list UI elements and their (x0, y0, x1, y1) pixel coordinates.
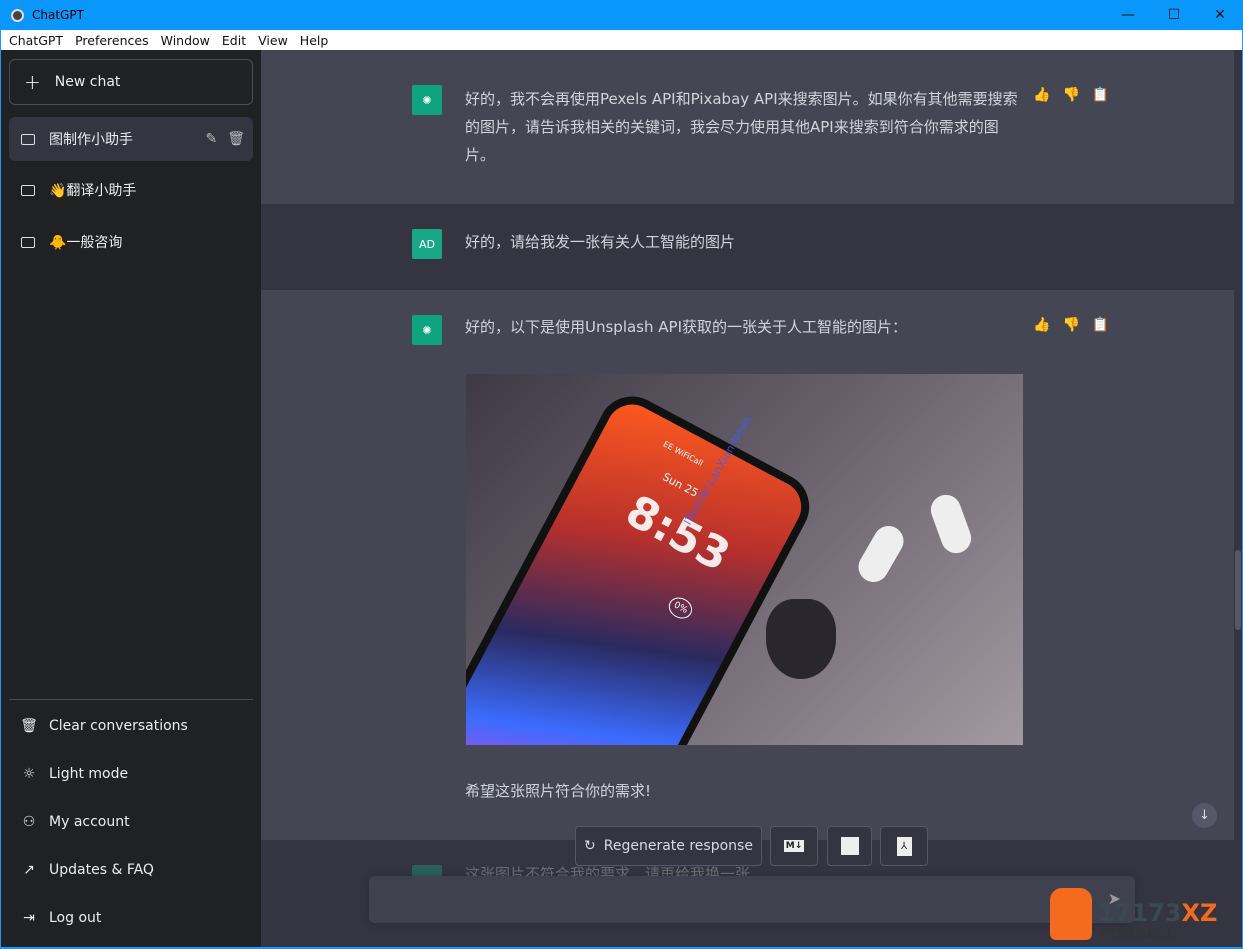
divider (9, 699, 253, 700)
message-text: 希望这张照片符合你的需求! (465, 782, 652, 800)
light-mode-button[interactable]: ☼ Light mode (9, 752, 253, 796)
pdf-icon: ⅄ (896, 836, 912, 856)
menu-preferences[interactable]: Preferences (75, 33, 149, 48)
window-title: ChatGPT (32, 8, 84, 22)
message-text: 好的，我不会再使用Pexels API和Pixabay API来搜索图片。如果你… (465, 90, 1018, 164)
menu-chatgpt[interactable]: ChatGPT (9, 33, 63, 48)
maximize-button[interactable]: ☐ (1151, 0, 1197, 30)
thumbs-up-icon[interactable]: 👍 (1033, 317, 1050, 333)
message-text: 好的，请给我发一张有关人工智能的图片 (465, 233, 736, 251)
trash-icon: 🗑 (20, 718, 38, 734)
edit-icon[interactable]: ✎ (205, 131, 217, 147)
watermark-text: 17173 (1098, 899, 1182, 927)
photo-text: 8:53 (617, 485, 739, 582)
assistant-message: ✺ 好的，我不会再使用Pexels API和Pixabay API来搜索图片。如… (261, 50, 1234, 204)
label: Regenerate response (603, 838, 753, 854)
conversation-label: 👋翻译小助手 (49, 183, 137, 199)
apple-logo (766, 599, 836, 679)
menu-help[interactable]: Help (300, 33, 329, 48)
watermark-accent: XZ (1181, 899, 1218, 927)
export-image-button[interactable] (827, 826, 872, 866)
label: My account (49, 814, 130, 830)
menu-bar: ChatGPT Preferences Window Edit View Hel… (0, 30, 1243, 50)
clear-conversations-button[interactable]: 🗑 Clear conversations (9, 704, 253, 748)
close-button[interactable]: ✕ (1197, 0, 1243, 30)
menu-view[interactable]: View (258, 33, 288, 48)
user-message: AD 好的，请给我发一张有关人工智能的图片 (261, 204, 1234, 290)
logout-icon: ⇥ (23, 910, 35, 926)
refresh-icon: ↻ (584, 838, 596, 854)
external-link-icon: ↗ (23, 862, 35, 878)
scroll-down-button[interactable]: ↓ (1192, 803, 1217, 828)
plus-icon: + (24, 70, 41, 94)
chat-bubble-icon (21, 236, 35, 248)
sidebar: + New chat 图制作小助手 ✎ 🗑 👋翻译小助手 🐥一般咨询 🗑 Clear c… (1, 50, 261, 947)
sun-icon: ☼ (22, 766, 36, 782)
minimize-button[interactable]: — (1105, 0, 1151, 30)
chatgpt-avatar-icon: ✺ (412, 315, 442, 345)
scrollbar[interactable] (1234, 50, 1242, 947)
export-pdf-button[interactable]: ⅄ (880, 826, 928, 866)
copy-icon[interactable]: 📋 (1092, 87, 1109, 103)
watermark-slogan: 享受游戏 热爱生活！ (1098, 930, 1182, 940)
markdown-icon: M↓ (783, 840, 805, 852)
copy-icon[interactable]: 📋 (1092, 317, 1109, 333)
chat-bubble-icon (21, 184, 35, 196)
message-input[interactable]: ➤ (369, 876, 1135, 923)
watermark-logo (1050, 888, 1092, 940)
title-bar: ChatGPT — ☐ ✕ (0, 0, 1243, 30)
conversation-label: 图制作小助手 (49, 132, 133, 148)
scrollbar-thumb[interactable] (1235, 550, 1241, 630)
message-text: 好的，以下是使用Unsplash API获取的一张关于人工智能的图片： (465, 318, 908, 336)
thumbs-down-icon[interactable]: 👎 (1062, 317, 1079, 333)
phone-in-photo: EE WiFiCall Sun 25 8:53 0% (466, 384, 822, 745)
label: Log out (49, 910, 102, 926)
label: Clear conversations (49, 718, 188, 734)
trash-icon[interactable]: 🗑 (227, 131, 245, 147)
conversation-item[interactable]: 👋翻译小助手 (9, 168, 253, 212)
menu-edit[interactable]: Edit (222, 33, 246, 48)
conversation-item[interactable]: 图制作小助手 ✎ 🗑 (9, 117, 253, 161)
thumbs-down-icon[interactable]: 👎 (1062, 87, 1079, 103)
app-logo-icon (11, 8, 24, 22)
user-icon: ⚇ (22, 814, 36, 830)
photo-text: 0% (665, 593, 696, 623)
chat-area: ✺ 好的，我不会再使用Pexels API和Pixabay API来搜索图片。如… (261, 50, 1242, 947)
image-icon (840, 837, 859, 855)
new-chat-label: New chat (54, 74, 121, 90)
chatgpt-avatar-icon: ✺ (412, 85, 442, 115)
conversation-label: 🐥一般咨询 (49, 235, 123, 251)
my-account-button[interactable]: ⚇ My account (9, 800, 253, 844)
label: Updates & FAQ (49, 862, 154, 878)
menu-window[interactable]: Window (161, 33, 210, 48)
site-watermark: 17173XZ 享受游戏 热爱生活！ (1050, 888, 1217, 940)
conversation-item[interactable]: 🐥一般咨询 (9, 220, 253, 264)
photo-text: EE WiFiCall (661, 439, 705, 468)
airpod (853, 520, 909, 588)
user-avatar: AD (412, 229, 442, 259)
assistant-message: ✺ 好的，以下是使用Unsplash API获取的一张关于人工智能的图片： 👍 👎… (261, 290, 1234, 840)
airpod (926, 490, 976, 558)
thumbs-up-icon[interactable]: 👍 (1033, 87, 1050, 103)
log-out-button[interactable]: ⇥ Log out (9, 896, 253, 940)
regenerate-response-button[interactable]: ↻ Regenerate response (575, 826, 762, 866)
chat-bubble-icon (21, 133, 35, 145)
new-chat-button[interactable]: + New chat (9, 59, 253, 105)
updates-faq-link[interactable]: ↗ Updates & FAQ (9, 848, 253, 892)
ai-photo: EE WiFiCall Sun 25 8:53 0% ITechTel LanX… (466, 374, 1023, 745)
label: Light mode (49, 766, 129, 782)
export-markdown-button[interactable]: M↓ (770, 826, 818, 866)
